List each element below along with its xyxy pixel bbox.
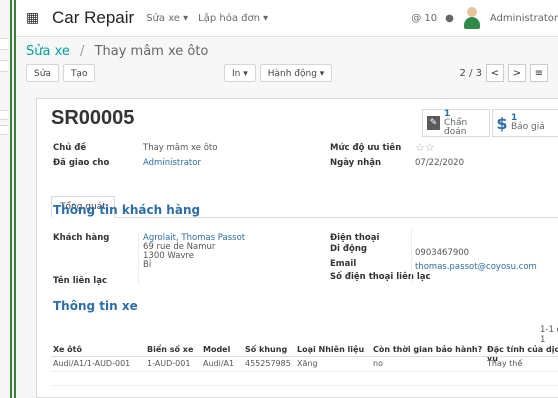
received-value[interactable]: 07/22/2020 bbox=[415, 158, 464, 168]
row-divider bbox=[51, 385, 558, 386]
column-header[interactable]: Model bbox=[203, 345, 230, 354]
avatar[interactable] bbox=[462, 5, 482, 31]
table-cell: no bbox=[373, 359, 383, 368]
breadcrumb: Sửa xe / Thay mâm xe ôto bbox=[26, 44, 208, 59]
breadcrumb-root[interactable]: Sửa xe bbox=[26, 44, 70, 59]
app-window: ▦ Car Repair Sửa xe ▾ Lập hóa đơn ▾ @ 10… bbox=[14, 0, 558, 398]
contact-phone-label: Số điện thoại liên lạc bbox=[330, 272, 431, 282]
field-divider bbox=[138, 231, 139, 285]
table-cell: 455257985 bbox=[245, 359, 291, 368]
email-value[interactable]: thomas.passot@coyosu.com bbox=[415, 262, 537, 272]
next-record-button[interactable]: > bbox=[508, 64, 526, 82]
neighbor-bar bbox=[0, 38, 8, 50]
list-pager[interactable]: 1-1 of 1 bbox=[540, 325, 558, 345]
subject-value[interactable]: Thay mâm xe ôto bbox=[143, 143, 217, 153]
mobile-label: Di động bbox=[330, 244, 367, 254]
quotation-smart-button[interactable]: $ 1 Báo giá bbox=[492, 109, 558, 137]
field-divider bbox=[411, 229, 412, 283]
diagnosis-text: 1 Chẩn đoán bbox=[443, 108, 468, 137]
prev-record-button[interactable]: < bbox=[486, 64, 504, 82]
assigned-value[interactable]: Administrator bbox=[143, 158, 201, 168]
menu-repair[interactable]: Sửa xe ▾ bbox=[146, 13, 188, 24]
column-header[interactable]: Loại Nhiên liệu bbox=[297, 345, 364, 354]
phone-label: Điện thoại bbox=[330, 233, 380, 243]
customer-address-3: Bỉ bbox=[143, 260, 152, 270]
table-cell: Thay thế bbox=[487, 359, 523, 368]
breadcrumb-separator: / bbox=[80, 44, 85, 59]
column-header[interactable]: Biển số xe bbox=[147, 345, 193, 354]
assigned-label: Đã giao cho bbox=[53, 158, 110, 168]
mobile-value[interactable]: 0903467900 bbox=[415, 248, 469, 258]
received-label: Ngày nhận bbox=[330, 158, 382, 168]
pager-value[interactable]: 2 / 3 bbox=[460, 68, 482, 79]
column-header[interactable]: Còn thời gian bảo hành? bbox=[373, 345, 482, 354]
neighbor-bar bbox=[0, 125, 8, 135]
neighbor-window bbox=[0, 0, 12, 398]
subject-label: Chủ đề bbox=[53, 143, 87, 153]
breadcrumb-current: Thay mâm xe ôto bbox=[94, 44, 209, 59]
list-view-button[interactable]: ≡ bbox=[530, 64, 548, 82]
top-right-area: @ 10 ● Administrator bbox=[411, 0, 558, 36]
table-cell: 1-AUD-001 bbox=[147, 359, 191, 368]
email-label: Email bbox=[330, 259, 357, 269]
contact-label: Tên liên lạc bbox=[53, 276, 107, 286]
sidebar-actions: In ▾ Hành động ▾ bbox=[224, 64, 333, 82]
table-cell: Audi/A1/1-AUD-001 bbox=[53, 359, 131, 368]
record-reference: SR00005 bbox=[51, 107, 135, 129]
app-title[interactable]: Car Repair bbox=[52, 8, 134, 28]
create-button[interactable]: Tạo bbox=[62, 64, 96, 82]
diagnosis-icon: ✎ bbox=[427, 116, 440, 130]
edit-button[interactable]: Sửa bbox=[26, 64, 59, 82]
quotation-text: 1 Báo giá bbox=[511, 113, 545, 132]
priority-label: Mức độ ưu tiên bbox=[330, 143, 402, 153]
vehicle-section-heading: Thông tin xe bbox=[53, 299, 138, 313]
row-divider bbox=[51, 371, 558, 372]
table-header-divider bbox=[51, 356, 558, 357]
record-pager: 2 / 3 < > ≡ bbox=[460, 64, 548, 82]
neighbor-bar bbox=[0, 60, 8, 72]
form-sheet: SR00005 ✎ 1 Chẩn đoán $ 1 Báo giá Chủ đề… bbox=[36, 98, 558, 398]
notifications-counter[interactable]: @ 10 bbox=[411, 13, 437, 24]
apps-menu-icon[interactable]: ▦ bbox=[26, 10, 42, 26]
table-cell: Xăng bbox=[297, 359, 318, 368]
customer-label: Khách hàng bbox=[53, 233, 110, 243]
user-name[interactable]: Administrator bbox=[490, 13, 558, 24]
priority-stars[interactable]: ☆☆ bbox=[415, 141, 435, 154]
chat-icon[interactable]: ● bbox=[445, 13, 454, 24]
column-header[interactable]: Số khung bbox=[245, 345, 287, 354]
diagnosis-smart-button[interactable]: ✎ 1 Chẩn đoán bbox=[422, 109, 490, 137]
action-dropdown[interactable]: Hành động ▾ bbox=[259, 64, 333, 82]
form-actions: Sửa Tạo bbox=[26, 64, 96, 82]
menu-invoice[interactable]: Lập hóa đơn ▾ bbox=[198, 13, 268, 24]
top-navbar: ▦ Car Repair Sửa xe ▾ Lập hóa đơn ▾ @ 10… bbox=[16, 0, 558, 37]
print-dropdown[interactable]: In ▾ bbox=[224, 64, 256, 82]
customer-section-heading: Thông tin khách hàng bbox=[53, 203, 201, 217]
table-cell: Audi/A1 bbox=[203, 359, 235, 368]
column-header[interactable]: Xe ôtô bbox=[53, 345, 82, 354]
dollar-icon: $ bbox=[496, 113, 508, 133]
neighbor-bar bbox=[0, 110, 8, 120]
